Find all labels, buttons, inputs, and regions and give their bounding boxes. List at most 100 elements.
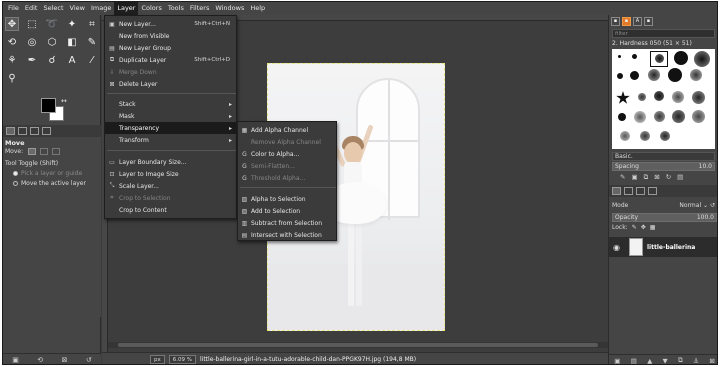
warp-tool-icon[interactable]: ◎ xyxy=(25,35,39,49)
brush-preset-icon[interactable] xyxy=(618,55,621,58)
brush-preset-icon[interactable] xyxy=(692,91,705,104)
brush-preset-icon[interactable] xyxy=(672,110,685,123)
fonts-tab-icon[interactable]: A xyxy=(633,17,642,26)
document-history-tab-icon[interactable]: ▪ xyxy=(644,17,653,26)
mask-item[interactable]: Mask ▸ xyxy=(105,110,236,122)
menu-select[interactable]: Select xyxy=(40,2,66,15)
zoom-select[interactable]: 6.09 % xyxy=(168,355,196,364)
semi-flatten-item[interactable]: G Semi-Flatten... xyxy=(238,160,336,172)
fuzzy-select-tool-icon[interactable]: ✦ xyxy=(65,17,79,31)
new-brush-icon[interactable]: ▣ xyxy=(631,173,637,182)
menu-tools[interactable]: Tools xyxy=(165,2,187,15)
brush-preset-icon[interactable] xyxy=(660,131,670,141)
brush-preset-icon[interactable] xyxy=(617,73,623,79)
path-tool-icon[interactable]: ✒ xyxy=(25,53,39,67)
move-path-mode-icon[interactable] xyxy=(51,148,60,155)
menu-image[interactable]: Image xyxy=(88,2,114,15)
layer-boundary-size-item[interactable]: ▭ Layer Boundary Size... xyxy=(105,156,236,168)
raise-layer-icon[interactable]: ▲ xyxy=(647,357,652,365)
paintbrush-tool-icon[interactable]: ✎ xyxy=(85,35,99,49)
save-options-icon[interactable]: ▣ xyxy=(12,356,19,364)
menu-file[interactable]: File xyxy=(5,2,22,15)
subtract-from-selection-item[interactable]: ▥ Subtract from Selection xyxy=(238,217,336,229)
fg-bg-colors[interactable]: ↔ xyxy=(41,97,71,124)
color-to-alpha-item[interactable]: G Color to Alpha... xyxy=(238,148,336,160)
lock-position-icon[interactable]: ✥ xyxy=(641,224,646,231)
layers-tab-icon[interactable] xyxy=(612,187,621,195)
crop-to-content-item[interactable]: Crop to Content xyxy=(105,204,236,216)
undo-tab-icon[interactable] xyxy=(648,187,657,195)
new-group-icon[interactable]: ▤ xyxy=(631,357,637,365)
duplicate-layer-item[interactable]: ⧉ Duplicate Layer Shift+Ctrl+D xyxy=(105,54,236,66)
pick-layer-radio[interactable] xyxy=(13,171,18,176)
brush-preset-icon[interactable] xyxy=(672,91,684,103)
crop-tool-icon[interactable]: ⌗ xyxy=(85,17,99,31)
delete-layer-icon[interactable]: ⊠ xyxy=(709,357,714,365)
open-brush-folder-icon[interactable]: ▤ xyxy=(677,173,683,182)
delete-layer-item[interactable]: ⊠ Delete Layer xyxy=(105,78,236,90)
add-alpha-item[interactable]: ▦ Add Alpha Channel xyxy=(238,124,336,136)
anchor-layer-icon[interactable]: ⚓ xyxy=(693,357,699,365)
merge-down-item[interactable]: ⇩ Merge Down xyxy=(105,66,236,78)
brushes-tab-icon[interactable]: ▪ xyxy=(611,17,620,26)
clone-tool-icon[interactable]: ⚘ xyxy=(5,53,19,67)
menu-layer[interactable]: Layer xyxy=(114,2,139,15)
menu-windows[interactable]: Windows xyxy=(212,2,247,15)
brush-preset-icon[interactable] xyxy=(690,69,702,81)
brush-grid[interactable] xyxy=(612,49,715,149)
brush-preset-icon[interactable] xyxy=(654,111,665,122)
lock-pixels-icon[interactable]: ✎ xyxy=(632,224,637,231)
visibility-eye-icon[interactable]: ◉ xyxy=(613,243,625,252)
scale-layer-item[interactable]: ⤡ Scale Layer... xyxy=(105,180,236,192)
scrollbar-thumb[interactable] xyxy=(118,343,598,347)
brush-preset-icon[interactable] xyxy=(630,71,639,80)
device-status-tab-icon[interactable] xyxy=(18,127,27,135)
menu-filters[interactable]: Filters xyxy=(187,2,212,15)
layer-row[interactable]: ◉ little-ballerina xyxy=(609,237,717,257)
undo-history-tab-icon[interactable] xyxy=(30,127,39,135)
brush-preset-icon[interactable] xyxy=(694,51,710,67)
unit-select[interactable]: px xyxy=(150,355,165,364)
color-picker-tool-icon[interactable]: ⁄ xyxy=(85,53,99,67)
remove-alpha-item[interactable]: Remove Alpha Channel xyxy=(238,136,336,148)
brush-preset-icon[interactable] xyxy=(638,93,646,101)
brush-preset-icon[interactable] xyxy=(674,51,688,65)
foreground-color-swatch[interactable] xyxy=(41,98,56,113)
add-to-selection-item[interactable]: ▧ Add to Selection xyxy=(238,205,336,217)
move-active-radio[interactable] xyxy=(13,181,18,186)
menu-edit[interactable]: Edit xyxy=(22,2,41,15)
stack-item[interactable]: Stack ▸ xyxy=(105,98,236,110)
lock-alpha-icon[interactable]: ▦ xyxy=(650,224,656,231)
move-selection-mode-icon[interactable] xyxy=(39,148,48,155)
opacity-slider[interactable]: Opacity 100.0 xyxy=(612,213,717,222)
crop-to-selection-item[interactable]: ⌗ Crop to Selection xyxy=(105,192,236,204)
new-from-visible-item[interactable]: New from Visible xyxy=(105,30,236,42)
brush-preset-icon[interactable] xyxy=(655,54,664,63)
new-layer-item[interactable]: ▣ New Layer... Shift+Ctrl+N xyxy=(105,18,236,30)
layer-name[interactable]: little-ballerina xyxy=(647,244,695,251)
restore-options-icon[interactable]: ⟲ xyxy=(37,356,43,364)
brush-filter-input[interactable]: filter xyxy=(612,29,715,38)
intersect-with-selection-item[interactable]: ▤ Intersect with Selection xyxy=(238,229,336,241)
smudge-tool-icon[interactable]: ☌ xyxy=(45,53,59,67)
brush-spacing-slider[interactable]: Spacing 10.0 xyxy=(612,162,715,171)
menu-help[interactable]: Help xyxy=(247,2,268,15)
transform-item[interactable]: Transform ▸ xyxy=(105,134,236,146)
delete-brush-icon[interactable]: ⊠ xyxy=(654,173,659,182)
rect-select-tool-icon[interactable]: ⬚ xyxy=(25,17,39,31)
delete-options-icon[interactable]: ⊠ xyxy=(62,356,68,364)
menu-view[interactable]: View xyxy=(67,2,88,15)
bucket-fill-tool-icon[interactable]: ◧ xyxy=(65,35,79,49)
lasso-tool-icon[interactable]: ➰ xyxy=(45,17,59,31)
edit-brush-icon[interactable]: ✎ xyxy=(620,173,625,182)
tool-options-tab-icon[interactable] xyxy=(6,127,15,135)
new-layer-group-item[interactable]: ▤ New Layer Group xyxy=(105,42,236,54)
move-layer-mode-icon[interactable] xyxy=(28,148,37,155)
brush-preset-icon[interactable] xyxy=(632,54,637,59)
mode-select[interactable]: Normal ⌄ ↺ xyxy=(679,202,715,209)
images-tab-icon[interactable] xyxy=(42,127,51,135)
channels-tab-icon[interactable] xyxy=(624,187,633,195)
lower-layer-icon[interactable]: ▼ xyxy=(663,357,668,365)
menu-colors[interactable]: Colors xyxy=(138,2,164,15)
brush-tag-select[interactable]: Basic. xyxy=(612,152,715,161)
